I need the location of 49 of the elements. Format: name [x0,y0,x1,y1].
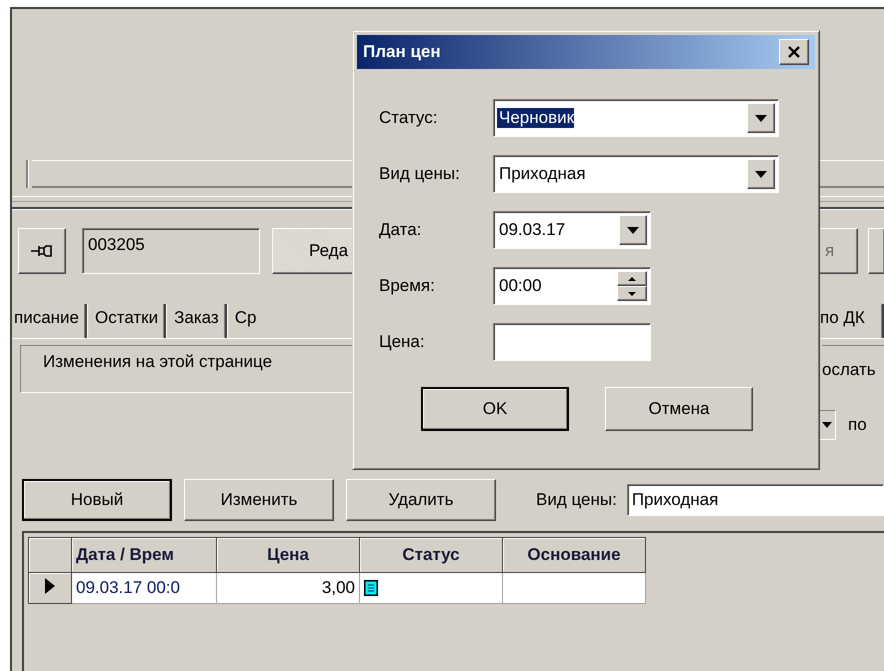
dropdown-arrow-icon [755,114,767,122]
tab[interactable]: писание [12,304,87,338]
field-label: Время: [379,276,436,296]
spin-down-button[interactable] [617,286,647,301]
option-label: ослать [822,345,884,393]
ok-button[interactable]: OK [421,387,569,431]
toolbar-button[interactable] [868,228,884,274]
row-indicator[interactable] [28,572,72,604]
pin-icon [30,243,54,259]
table-cell: 3,00 [216,572,360,604]
record-id-field[interactable]: 003205 [82,228,260,274]
price-input-field[interactable] [493,323,651,361]
down-arrow-icon [628,292,636,296]
dropdown-field[interactable]: Приходная [493,155,779,193]
dropdown-arrow-icon [755,170,767,178]
field-label: Дата: [379,220,422,240]
tab[interactable]: Заказ [166,304,227,338]
up-arrow-icon [628,276,636,280]
row-header-corner [28,538,72,572]
action-button[interactable]: Удалить [346,479,496,521]
dropdown-button[interactable] [747,159,775,189]
column-header[interactable]: Цена [216,538,360,572]
tab[interactable]: Остатки [87,304,166,338]
dropdown-button[interactable] [747,103,775,133]
price-type-field[interactable]: Приходная [626,484,884,516]
dropdown-arrow-icon [822,422,832,428]
action-button[interactable]: Изменить [184,479,334,521]
column-header[interactable]: Статус [360,538,502,572]
cancel-button[interactable]: Отмена [605,387,753,431]
close-button[interactable] [779,39,809,65]
spin-up-button[interactable] [617,271,647,286]
filter-label: по [847,415,868,435]
field-label: Вид цены: [379,164,461,184]
price-type-label: Вид цены: [536,490,617,510]
column-header[interactable]: Дата / Врем [72,538,216,572]
dropdown-field[interactable]: Черновик [493,99,779,137]
field-label: Статус: [379,108,438,128]
pin-button[interactable] [18,228,66,274]
field-label: Цена: [379,332,426,352]
close-icon [787,46,801,58]
dropdown-arrow-icon [627,226,639,234]
action-button[interactable]: Новый [22,479,172,521]
dialog-title: План цен [363,42,441,62]
time-spinner[interactable]: 00:00 [493,267,651,305]
current-row-icon [44,578,56,594]
table-cell: 09.03.17 00:0 [72,572,216,604]
column-header[interactable]: Основание [502,538,646,572]
date-picker[interactable]: 09.03.17 [493,211,651,249]
dropdown-button[interactable] [619,215,647,245]
